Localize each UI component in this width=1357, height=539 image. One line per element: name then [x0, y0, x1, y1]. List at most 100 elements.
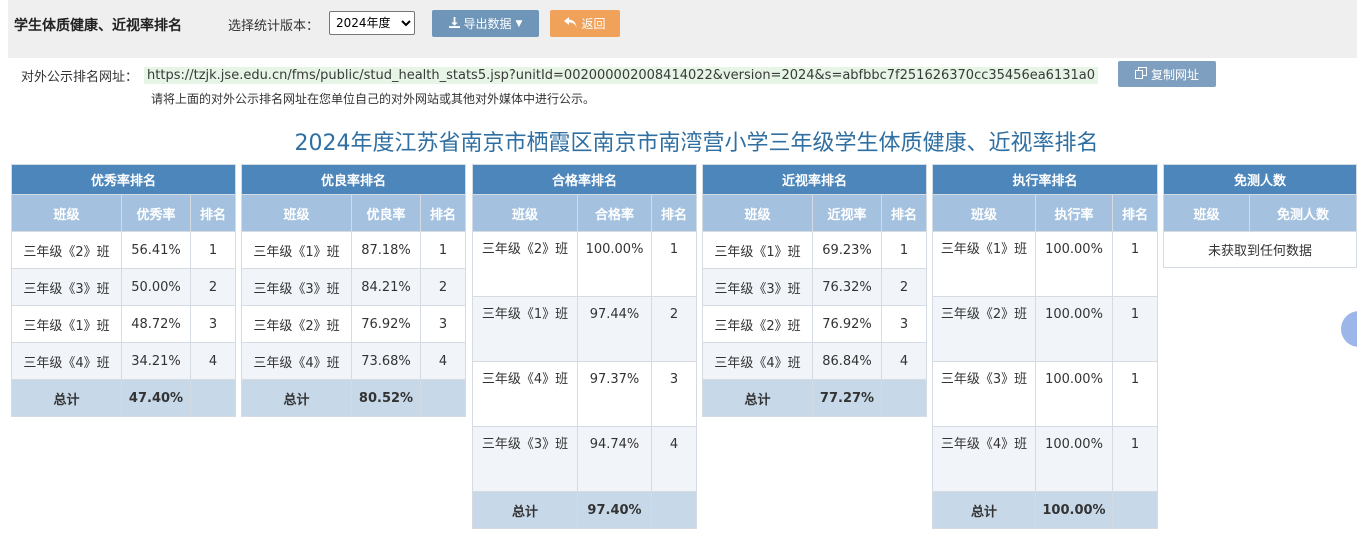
rate-cell: 76.92%	[351, 305, 421, 343]
column-header: 近视率	[812, 194, 882, 232]
class-cell: 三年级《4》班	[11, 342, 122, 380]
table-title: 优秀率排名	[11, 164, 236, 195]
rate-cell: 69.23%	[812, 231, 882, 269]
public-url-notice: 请将上面的对外公示排名网址在您单位自己的对外网站或其他对外媒体中进行公示。	[151, 92, 596, 106]
export-data-button[interactable]: 导出数据 ▼	[432, 10, 539, 37]
class-cell: 三年级《2》班	[702, 305, 813, 343]
table-row: 三年级《3》班 94.74% 4	[472, 426, 697, 492]
pass-rate-table: 合格率排名 班级 合格率 排名 三年级《2》班 100.00% 1 三年级《1》…	[472, 164, 697, 529]
total-value: 100.00%	[1035, 491, 1113, 529]
column-header: 排名	[651, 194, 697, 232]
rank-cell: 2	[420, 268, 466, 306]
rate-cell: 50.00%	[121, 268, 191, 306]
class-cell: 三年级《1》班	[932, 231, 1036, 297]
class-cell: 三年级《2》班	[472, 231, 578, 297]
back-button[interactable]: 返回	[550, 10, 620, 37]
total-label: 总计	[241, 379, 352, 417]
table-row: 三年级《4》班 73.68% 4	[241, 342, 466, 380]
rank-cell: 3	[881, 305, 927, 343]
total-row: 总计 47.40%	[11, 379, 236, 417]
myopia-rate-panel: 近视率排名 班级 近视率 排名 三年级《1》班 69.23% 1 三年级《3》班…	[702, 164, 927, 417]
column-header: 班级	[241, 194, 352, 232]
rank-cell: 2	[651, 296, 697, 362]
class-cell: 三年级《3》班	[472, 426, 578, 492]
table-row: 三年级《3》班 50.00% 2	[11, 268, 236, 306]
rank-cell: 4	[881, 342, 927, 380]
rank-cell: 1	[1112, 426, 1158, 492]
table-row: 三年级《4》班 97.37% 3	[472, 361, 697, 427]
total-empty	[420, 379, 466, 417]
total-label: 总计	[702, 379, 813, 417]
class-cell: 三年级《1》班	[11, 305, 122, 343]
class-cell: 三年级《4》班	[702, 342, 813, 380]
rate-cell: 97.37%	[577, 361, 652, 427]
rate-cell: 94.74%	[577, 426, 652, 492]
table-row: 三年级《1》班 100.00% 1	[932, 231, 1158, 297]
caret-down-icon: ▼	[515, 18, 523, 29]
rank-cell: 1	[1112, 231, 1158, 297]
export-data-label: 导出数据	[463, 17, 512, 31]
version-select[interactable]: 2024年度	[329, 11, 415, 35]
myopia-rate-table: 近视率排名 班级 近视率 排名 三年级《1》班 69.23% 1 三年级《3》班…	[702, 164, 927, 417]
column-header: 班级	[11, 194, 122, 232]
copy-url-button[interactable]: 复制网址	[1118, 61, 1216, 87]
floating-side-button[interactable]	[1341, 311, 1357, 347]
table-row: 三年级《1》班 97.44% 2	[472, 296, 697, 362]
total-value: 77.27%	[812, 379, 882, 417]
column-header: 班级	[932, 194, 1036, 232]
rate-cell: 100.00%	[1035, 296, 1113, 362]
total-value: 97.40%	[577, 491, 652, 529]
column-header: 免测人数	[1249, 194, 1357, 232]
back-arrow-icon	[564, 16, 577, 31]
rate-cell: 73.68%	[351, 342, 421, 380]
rank-cell: 4	[420, 342, 466, 380]
class-cell: 三年级《1》班	[472, 296, 578, 362]
empty-message: 未获取到任何数据	[1163, 231, 1357, 268]
column-header: 合格率	[577, 194, 652, 232]
table-row: 三年级《4》班 100.00% 1	[932, 426, 1158, 492]
table-row: 三年级《3》班 84.21% 2	[241, 268, 466, 306]
class-cell: 三年级《3》班	[241, 268, 352, 306]
class-cell: 三年级《4》班	[472, 361, 578, 427]
exempt-count-panel: 免测人数 班级 免测人数 未获取到任何数据	[1163, 164, 1357, 268]
pass-rate-panel: 合格率排名 班级 合格率 排名 三年级《2》班 100.00% 1 三年级《1》…	[472, 164, 697, 529]
class-cell: 三年级《4》班	[932, 426, 1036, 492]
table-row: 三年级《1》班 48.72% 3	[11, 305, 236, 343]
table-title: 近视率排名	[702, 164, 927, 195]
version-label: 选择统计版本：	[228, 19, 320, 34]
column-header: 排名	[1112, 194, 1158, 232]
table-row: 三年级《3》班 76.32% 2	[702, 268, 927, 306]
table-row: 三年级《2》班 100.00% 1	[932, 296, 1158, 362]
rank-cell: 1	[420, 231, 466, 269]
table-title: 免测人数	[1163, 164, 1357, 195]
rank-cell: 3	[651, 361, 697, 427]
total-row: 总计 100.00%	[932, 491, 1158, 529]
class-cell: 三年级《2》班	[11, 231, 122, 269]
rate-cell: 87.18%	[351, 231, 421, 269]
rate-cell: 100.00%	[1035, 231, 1113, 297]
column-header: 班级	[472, 194, 578, 232]
total-row: 总计 97.40%	[472, 491, 697, 529]
class-cell: 三年级《1》班	[702, 231, 813, 269]
table-row: 三年级《2》班 76.92% 3	[702, 305, 927, 343]
rate-cell: 56.41%	[121, 231, 191, 269]
rank-cell: 1	[1112, 296, 1158, 362]
rate-cell: 97.44%	[577, 296, 652, 362]
rate-cell: 86.84%	[812, 342, 882, 380]
rate-cell: 100.00%	[577, 231, 652, 297]
table-row: 三年级《3》班 100.00% 1	[932, 361, 1158, 427]
download-icon	[448, 16, 460, 31]
column-header: 班级	[1163, 194, 1250, 232]
rank-cell: 2	[881, 268, 927, 306]
total-label: 总计	[932, 491, 1036, 529]
column-header: 排名	[881, 194, 927, 232]
total-label: 总计	[11, 379, 122, 417]
total-empty	[1112, 491, 1158, 529]
total-empty	[190, 379, 236, 417]
rank-cell: 1	[1112, 361, 1158, 427]
total-row: 总计 77.27%	[702, 379, 927, 417]
class-cell: 三年级《2》班	[241, 305, 352, 343]
copy-icon	[1134, 66, 1147, 82]
rank-cell: 1	[190, 231, 236, 269]
public-url-text[interactable]: https://tzjk.jse.edu.cn/fms/public/stud_…	[144, 67, 1098, 84]
